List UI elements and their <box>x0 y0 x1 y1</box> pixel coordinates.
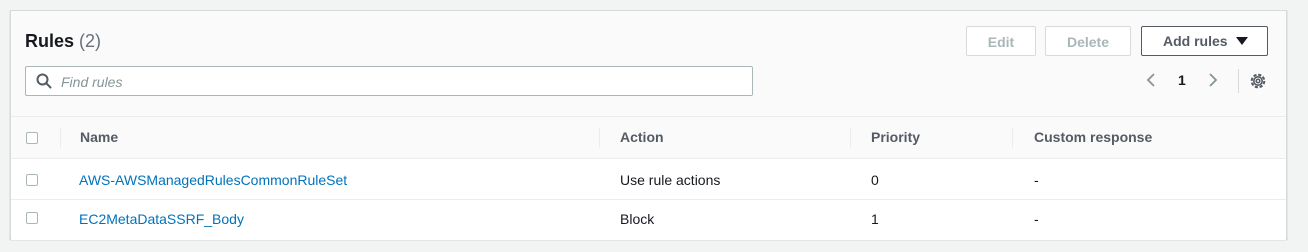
pager-divider <box>1238 69 1239 93</box>
chevron-left-icon[interactable] <box>1145 72 1157 93</box>
delete-button[interactable]: Delete <box>1045 26 1131 56</box>
rules-count: (2) <box>79 31 102 51</box>
rule-custom-response: - <box>1034 172 1039 188</box>
rules-panel: Rules (2) Edit Delete Add rules 1 <box>10 10 1287 240</box>
caret-down-icon <box>1236 37 1248 45</box>
search-field[interactable] <box>25 66 753 96</box>
column-header-custom-response[interactable]: Custom response <box>1034 129 1152 145</box>
column-header-action[interactable]: Action <box>620 129 664 145</box>
rule-custom-response: - <box>1034 211 1039 227</box>
rule-name-link[interactable]: AWS-AWSManagedRulesCommonRuleSet <box>79 172 347 188</box>
table-row[interactable]: EC2MetaDataSSRF_Body Block 1 - <box>11 200 1286 240</box>
rule-priority: 1 <box>871 211 879 227</box>
panel-header: Rules (2) Edit Delete Add rules 1 <box>11 11 1286 117</box>
row-checkbox[interactable] <box>26 212 38 224</box>
page-number[interactable]: 1 <box>1178 72 1186 88</box>
rule-action: Block <box>620 211 655 227</box>
add-rules-label: Add rules <box>1163 33 1228 49</box>
column-divider <box>850 128 851 148</box>
column-header-priority[interactable]: Priority <box>871 129 920 145</box>
rule-action: Use rule actions <box>620 172 721 188</box>
column-divider <box>1012 128 1013 148</box>
select-all-checkbox[interactable] <box>26 132 38 144</box>
chevron-right-icon[interactable] <box>1207 72 1219 93</box>
gear-icon[interactable] <box>1249 72 1267 95</box>
panel-title: Rules (2) <box>25 31 101 52</box>
rule-name-link[interactable]: EC2MetaDataSSRF_Body <box>79 211 244 227</box>
edit-button[interactable]: Edit <box>966 26 1036 56</box>
table-header: Name Action Priority Custom response <box>11 117 1286 159</box>
panel-title-text: Rules <box>25 31 75 51</box>
add-rules-button[interactable]: Add rules <box>1141 26 1268 56</box>
rule-priority: 0 <box>871 172 879 188</box>
table-row[interactable]: AWS-AWSManagedRulesCommonRuleSet Use rul… <box>11 160 1286 200</box>
column-divider <box>599 128 600 148</box>
column-divider <box>60 128 61 148</box>
search-icon <box>36 73 52 94</box>
search-input[interactable] <box>59 71 743 93</box>
row-checkbox[interactable] <box>26 174 38 186</box>
column-header-name[interactable]: Name <box>80 129 118 145</box>
